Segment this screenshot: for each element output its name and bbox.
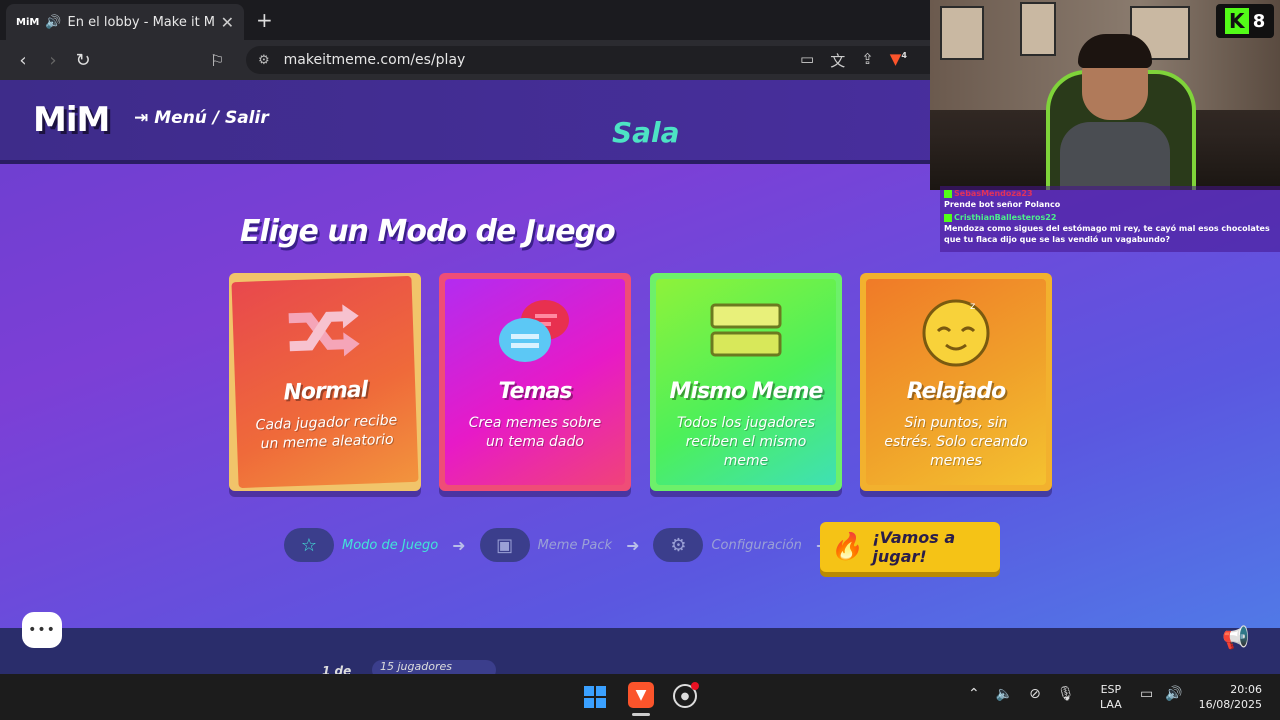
game-logo[interactable]: MiM [33,100,110,140]
chevron-up-icon[interactable]: ⌃ [968,686,980,702]
mode-card-normal[interactable]: Normal Cada jugador recibe un meme aleat… [229,273,421,491]
gear-icon: ⚙ [653,528,704,562]
tab-favicon: MiM [16,16,40,28]
player-count-fragment: 1 de [322,664,352,674]
chat-icon[interactable]: ••• [22,612,62,648]
play-label: ¡Vamos a jugar! [872,528,956,566]
lang-bottom: LAA [1100,698,1122,711]
recording-dot-icon [691,682,699,690]
share-icon[interactable]: ⇪ [861,50,874,71]
exit-icon: ⇥ [134,108,149,128]
streamer [1060,34,1170,190]
mode-description: Sin puntos, sin estrés. Solo creando mem… [884,415,1028,469]
chat-user: CristhianBallesteros22 [954,213,1057,222]
viewer-count: 8 [1252,10,1266,32]
language-indicator[interactable]: ESP LAA [1100,682,1122,712]
badge-icon [944,189,952,198]
exit-label: Menú / Salir [154,108,269,128]
audio-icon[interactable]: 🔈 [996,686,1013,702]
badge-icon [944,213,952,222]
shield-count: 4 [901,51,907,60]
time: 20:06 [1230,683,1262,696]
site-settings-icon[interactable]: ⚙ [258,53,270,68]
mode-title: Normal [283,377,368,406]
poster-image [940,6,984,60]
webcam-overlay: K 8 [930,0,1280,190]
step-mode[interactable]: ☆ Modo de Juego [284,528,438,562]
star-icon: ☆ [284,528,334,562]
mode-title: Relajado [906,379,1006,404]
shuffle-icon [284,292,363,371]
players-dropdown[interactable]: 15 jugadores [372,660,496,674]
viewer-badge: K 8 [1216,4,1274,38]
mode-title: Mismo Meme [669,379,824,404]
date: 16/08/2025 [1198,698,1262,711]
mode-card-temas[interactable]: Temas Crea memes sobre un tema dado [439,273,631,491]
stream-chat: SebasMendoza23 Prende bot señor Polanco … [940,186,1280,252]
brave-taskbar-icon[interactable]: ▼ [628,682,654,708]
mode-card-mismo-meme[interactable]: Mismo Meme Todos los jugadores reciben e… [650,273,842,491]
exit-button[interactable]: ⇥ Menú / Salir [134,108,269,128]
step-label: Modo de Juego [342,537,439,553]
step-meme-pack[interactable]: ▣ Meme Pack [479,528,613,562]
network-off-icon[interactable]: ⊘ [1029,686,1041,702]
chat-user: SebasMendoza23 [954,189,1033,198]
cast-icon[interactable]: ▭ [800,50,814,71]
windows-start-icon[interactable] [584,686,606,708]
setup-steps: ☆ Modo de Juego ➜ ▣ Meme Pack ➜ ⚙ Config… [284,528,843,562]
kick-logo-icon: K [1224,8,1249,34]
forward-icon[interactable]: › [38,50,68,71]
arrow-right-icon: ➜ [452,535,466,555]
step-label: Meme Pack [537,537,613,553]
chat-message: Prende bot señor Polanco [944,200,1061,209]
mode-title: Temas [498,379,573,404]
poster-image [1020,2,1056,56]
brave-shield-icon[interactable]: ▼4 [890,50,907,71]
url-text: makeitmeme.com/es/play [283,52,466,68]
arrow-right-icon: ➜ [626,535,640,555]
tab-bar: MiM 🔊 En el lobby - Make it Meme ✕ + [0,0,930,40]
quick-settings: ▭ 🔊 [1140,686,1183,702]
mode-heading: Elige un Modo de Juego [240,214,616,249]
reload-icon[interactable]: ↻ [68,50,98,71]
step-label: Configuración [711,537,802,553]
microphone-icon[interactable]: 🎙 [1057,686,1075,702]
mode-card-relajado[interactable]: z Relajado Sin puntos, sin estrés. Solo … [860,273,1052,491]
mode-description: Cada jugador recibe un meme aleatorio [255,412,398,453]
box-icon: ▣ [479,528,530,562]
translate-icon[interactable]: 文 [830,50,845,71]
display-icon[interactable]: ▭ [1140,686,1153,702]
sleepy-face-icon: z [918,293,994,369]
step-config[interactable]: ⚙ Configuración [653,528,802,562]
megaphone-icon[interactable]: 📢 [1222,626,1249,651]
address-bar-actions: ▭ 文 ⇪ ▼4 [800,50,907,71]
volume-icon[interactable]: 🔊 [1165,686,1182,702]
close-icon[interactable]: ✕ [221,13,234,32]
stacked-bars-icon [708,293,784,369]
browser-tab[interactable]: MiM 🔊 En el lobby - Make it Meme ✕ [6,4,244,40]
chat-message: Mendoza como sigues del estómago mi rey,… [944,224,1270,244]
speaker-icon[interactable]: 🔊 [45,15,61,30]
mode-description: Crea memes sobre un tema dado [468,415,602,450]
active-app-indicator [632,713,650,716]
new-tab-button[interactable]: + [256,8,273,32]
svg-text:z: z [970,301,975,312]
system-tray: ⌃ 🔈 ⊘ 🎙 [968,686,1075,702]
bookmark-icon[interactable]: ⚐ [210,51,224,70]
mode-description: Todos los jugadores reciben el mismo mem… [676,415,816,469]
chat-bubbles-icon [497,293,573,369]
room-title: Sala [612,116,680,149]
fire-icon: 🔥 [830,532,863,562]
back-icon[interactable]: ‹ [8,50,38,71]
lang-top: ESP [1100,683,1122,696]
bottom-bar [0,628,1280,674]
tab-title: En el lobby - Make it Meme [67,14,215,30]
clock[interactable]: 20:06 16/08/2025 [1196,682,1262,712]
play-button[interactable]: 🔥 ¡Vamos a jugar! [820,522,1000,572]
